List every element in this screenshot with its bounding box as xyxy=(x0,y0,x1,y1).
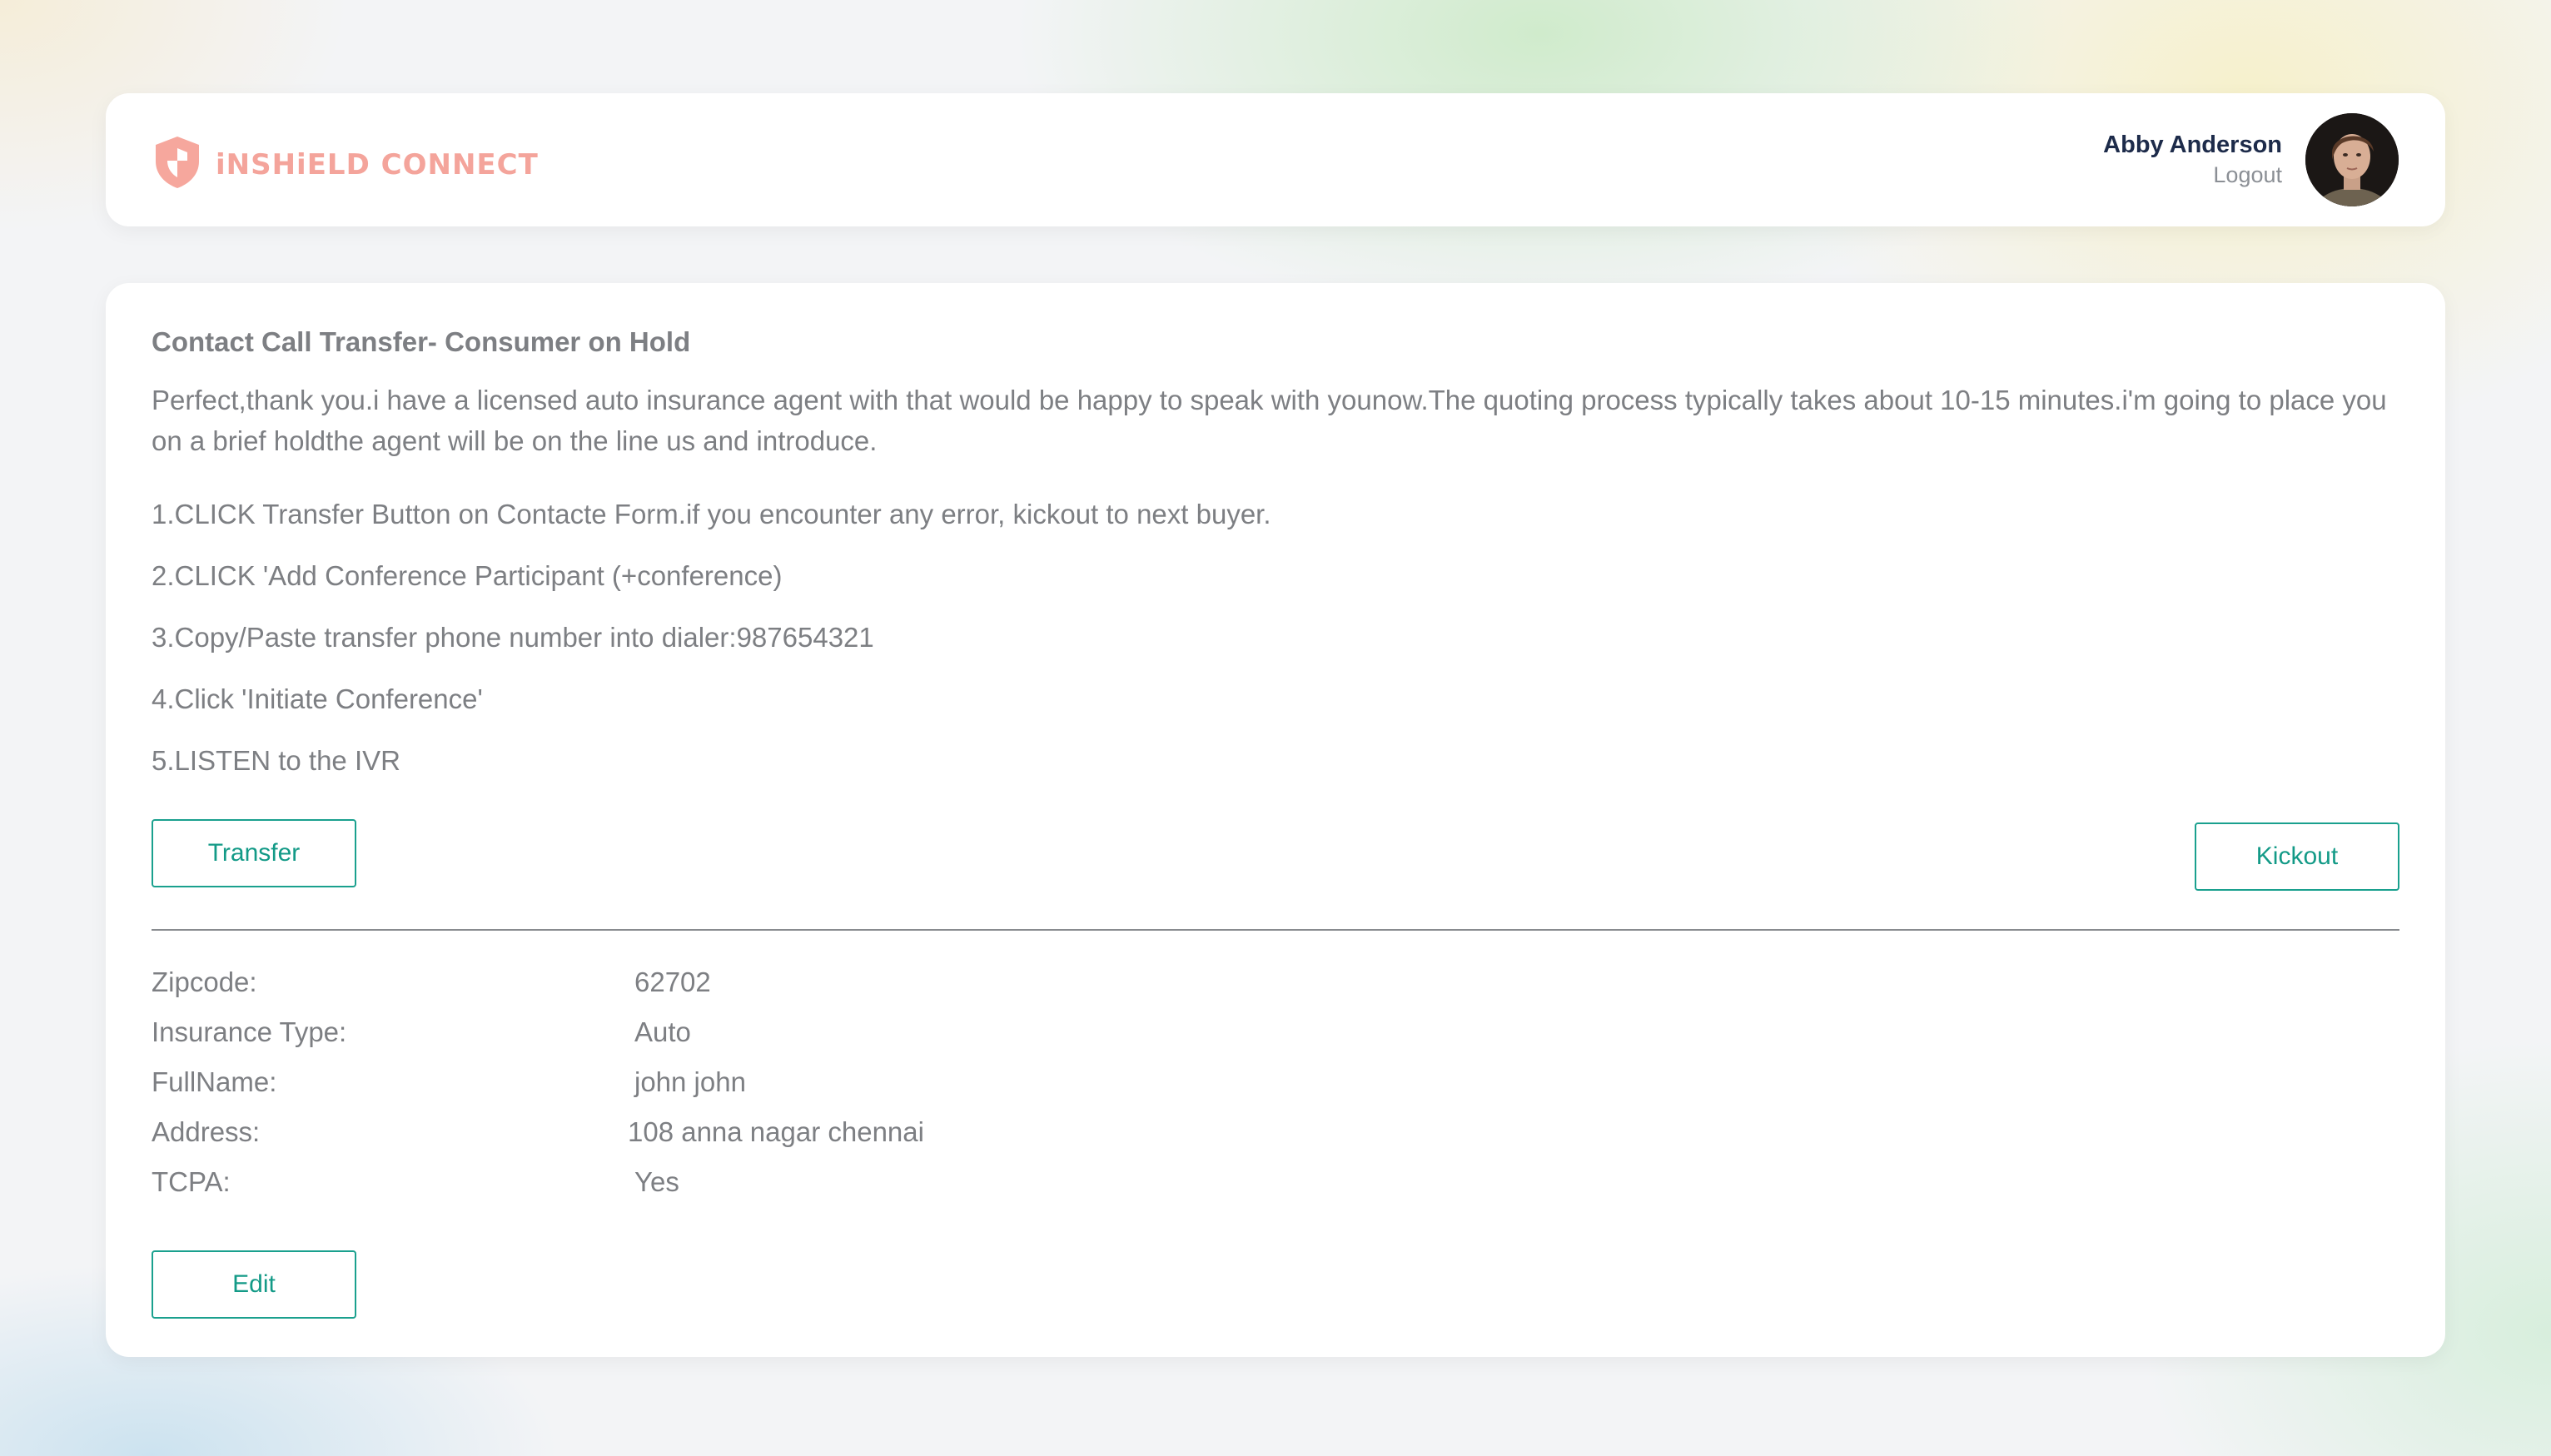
detail-label: FullName: xyxy=(152,1066,277,1097)
app-logo[interactable]: iNSHiELD CONNECT xyxy=(152,135,539,194)
call-transfer-panel: Contact Call Transfer- Consumer on Hold … xyxy=(106,283,2445,1357)
detail-row-fullname: FullName: john john xyxy=(152,1064,1317,1114)
call-script-section: Contact Call Transfer- Consumer on Hold … xyxy=(152,326,2399,806)
instruction-step: 4.Click 'Initiate Conference' xyxy=(152,683,483,714)
divider xyxy=(152,929,2399,931)
section-title: Contact Call Transfer- Consumer on Hold xyxy=(152,326,691,357)
detail-label: Address: xyxy=(152,1116,261,1147)
instruction-step: 3.Copy/Paste transfer phone number into … xyxy=(152,622,874,653)
detail-row-insurance-type: Insurance Type: Auto xyxy=(152,1014,1317,1064)
edit-button[interactable]: Edit xyxy=(152,1250,356,1319)
contact-details: Zipcode: 62702 Insurance Type: Auto Full… xyxy=(152,964,1317,1214)
user-info: Abby Anderson Logout xyxy=(2103,132,2282,188)
detail-label: Zipcode: xyxy=(152,967,257,997)
call-script-text: Perfect,thank you.i have a licensed auto… xyxy=(152,385,2387,456)
instruction-step: 2.CLICK 'Add Conference Participant (+co… xyxy=(152,560,783,591)
detail-value: 108 anna nagar chennai xyxy=(628,1116,924,1147)
instruction-steps: 1.CLICK Transfer Button on Contacte Form… xyxy=(152,498,2399,806)
avatar[interactable] xyxy=(2305,113,2399,206)
user-name: Abby Anderson xyxy=(2103,132,2282,158)
detail-value: 62702 xyxy=(634,967,711,997)
detail-value: Yes xyxy=(634,1166,679,1197)
detail-row-tcpa: TCPA: Yes xyxy=(152,1164,1317,1214)
detail-value: john john xyxy=(634,1066,746,1097)
instruction-step: 1.CLICK Transfer Button on Contacte Form… xyxy=(152,499,1271,529)
top-bar: iNSHiELD CONNECT Abby Anderson Logout xyxy=(106,93,2445,226)
transfer-button[interactable]: Transfer xyxy=(152,819,356,887)
shield-icon xyxy=(152,135,202,194)
logout-link[interactable]: Logout xyxy=(2103,162,2282,188)
user-menu: Abby Anderson Logout xyxy=(2103,113,2399,206)
instruction-step: 5.LISTEN to the IVR xyxy=(152,745,400,776)
kickout-button[interactable]: Kickout xyxy=(2195,822,2399,891)
detail-row-address: Address: 108 anna nagar chennai xyxy=(152,1114,1317,1164)
logo-text: iNSHiELD CONNECT xyxy=(216,147,539,181)
detail-label: Insurance Type: xyxy=(152,1016,347,1047)
detail-row-zipcode: Zipcode: 62702 xyxy=(152,964,1317,1014)
detail-value: Auto xyxy=(634,1016,691,1047)
detail-label: TCPA: xyxy=(152,1166,231,1197)
